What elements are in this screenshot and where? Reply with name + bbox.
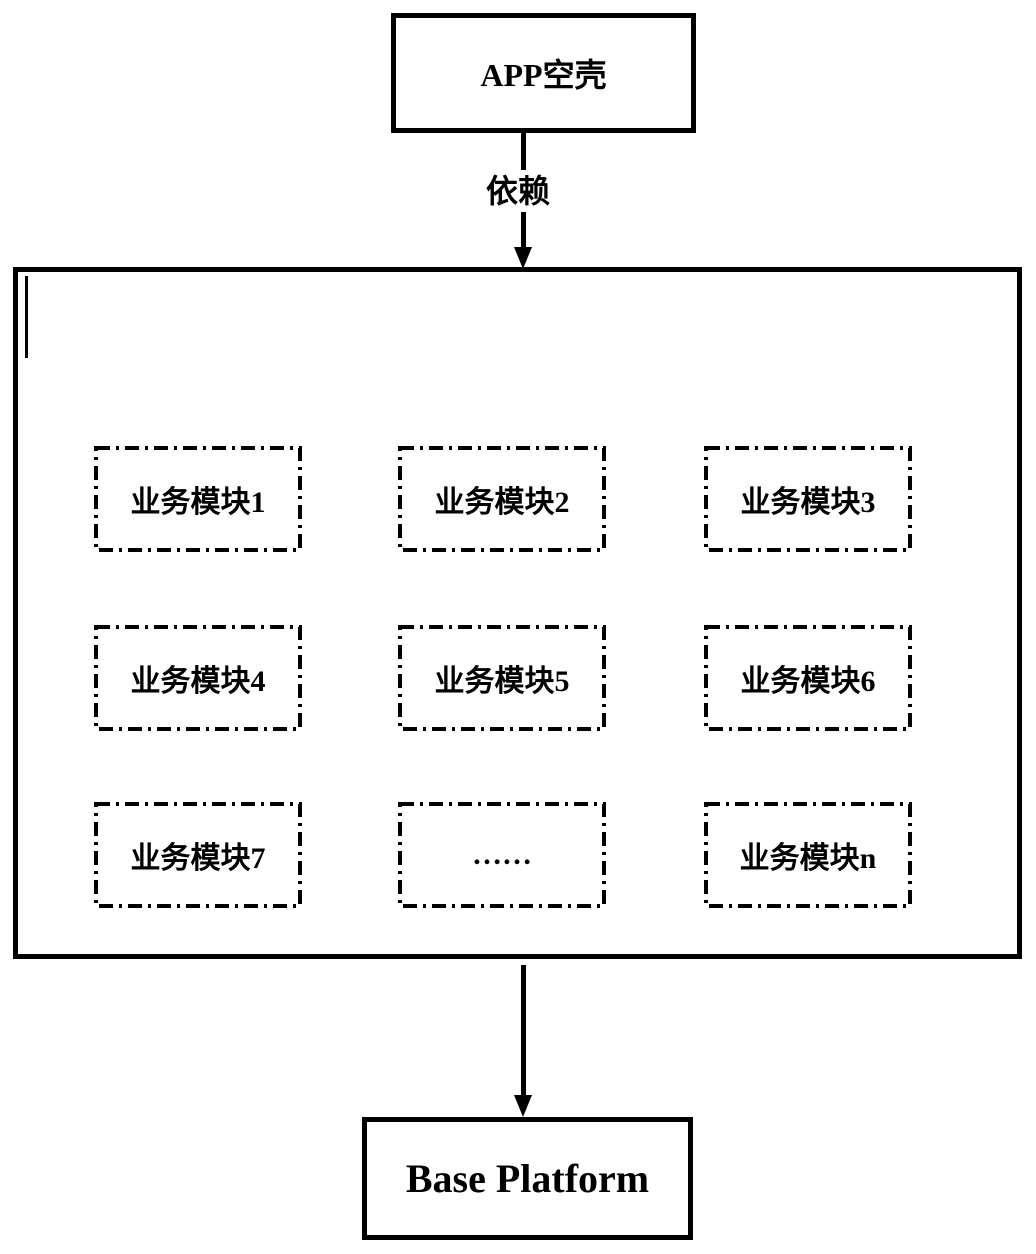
module-box-ellipsis: …… [398,802,606,908]
module-box: 业务模块5 [398,625,606,731]
app-shell-label: APP空壳 [480,57,607,93]
module-label: 业务模块7 [130,842,266,875]
dependency-label: 依赖 [484,170,553,212]
module-label: 业务模块n [739,842,877,875]
module-box: 业务模块6 [704,625,912,731]
module-label: 业务模块4 [130,665,266,698]
module-label: …… [472,838,532,871]
module-box: 业务模块2 [398,446,606,552]
module-box: 业务模块3 [704,446,912,552]
module-box: 业务模块n [704,802,912,908]
base-platform-box: Base Platform [362,1117,693,1240]
module-label: 业务模块5 [434,665,570,698]
base-platform-label: Base Platform [405,1156,650,1201]
module-box: 业务模块1 [94,446,302,552]
module-label: 业务模块3 [740,486,876,519]
module-box: 业务模块4 [94,625,302,731]
module-box: 业务模块7 [94,802,302,908]
module-label: 业务模块2 [434,486,570,519]
app-shell-box: APP空壳 [391,13,696,133]
module-label: 业务模块6 [740,665,876,698]
platform-arrowhead-icon [514,1095,532,1117]
module-label: 业务模块1 [130,486,266,519]
container-inner-bar [25,276,28,358]
dependency-arrowhead-icon [514,247,532,269]
platform-arrow-line [521,965,526,1097]
